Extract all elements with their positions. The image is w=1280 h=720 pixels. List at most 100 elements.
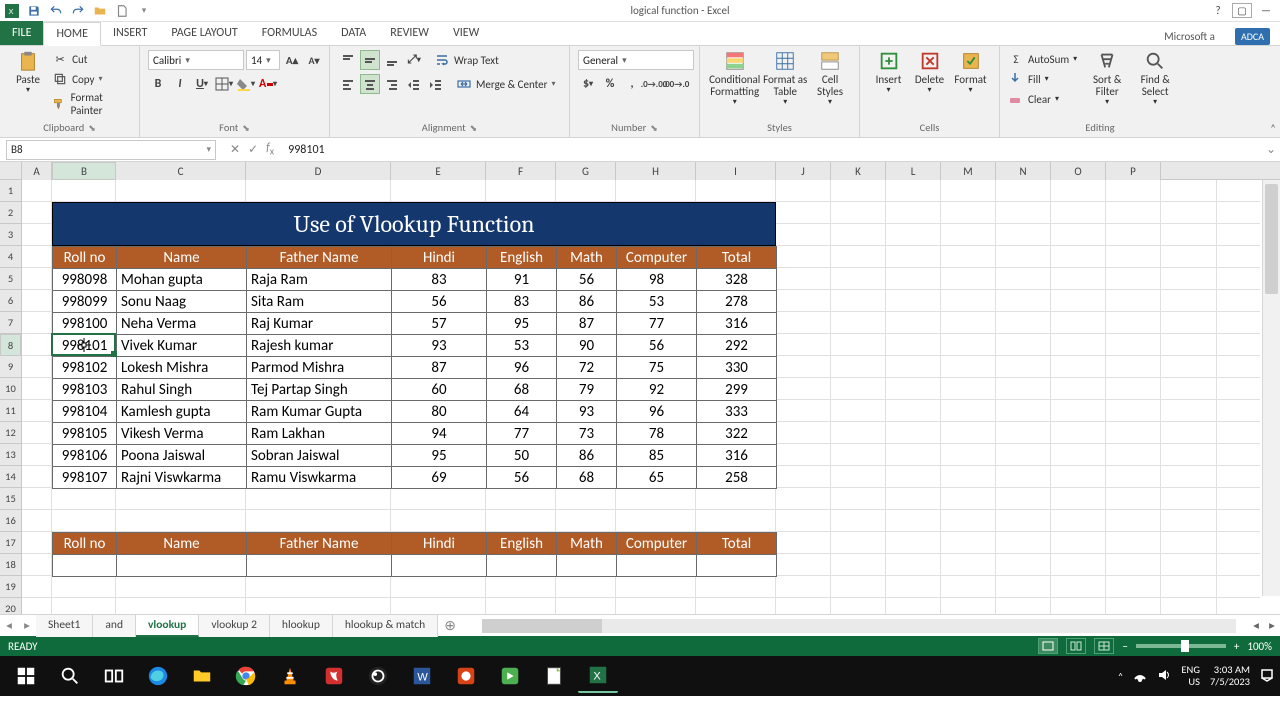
expand-formula-bar-icon[interactable]: ⌄ (1262, 142, 1280, 157)
lookup-cell[interactable] (697, 555, 777, 577)
column-header[interactable]: D (246, 162, 391, 180)
table-cell[interactable]: 87 (392, 357, 487, 379)
table-cell[interactable]: 83 (487, 291, 557, 313)
table-cell[interactable]: 86 (557, 291, 617, 313)
table-cell[interactable]: Vivek Kumar (117, 335, 247, 357)
cancel-formula-icon[interactable]: ✕ (230, 142, 240, 157)
clear-button[interactable]: Clear▾ (1008, 91, 1077, 107)
table-cell[interactable]: 75 (617, 357, 697, 379)
table-cell[interactable]: Lokesh Mishra (117, 357, 247, 379)
table-cell[interactable]: Sobran Jaiswal (247, 445, 392, 467)
table-cell[interactable]: 98 (617, 269, 697, 291)
account-hint[interactable]: Microsoft a (1164, 30, 1215, 43)
enter-formula-icon[interactable]: ✓ (248, 142, 258, 157)
zoom-knob[interactable] (1181, 640, 1189, 652)
table-cell[interactable]: 330 (697, 357, 777, 379)
lookup-cell[interactable] (247, 555, 392, 577)
table-cell[interactable]: 316 (697, 313, 777, 335)
alignment-launcher-icon[interactable]: ⬊ (470, 123, 478, 134)
sheet-tab[interactable]: hlookup (270, 615, 333, 637)
ribbon-tab-home[interactable]: HOME (43, 22, 101, 46)
ribbon-display-icon[interactable]: ▢ (1232, 3, 1252, 18)
table-cell[interactable]: Sonu Naag (117, 291, 247, 313)
table-cell[interactable]: 258 (697, 467, 777, 489)
acrobat-icon[interactable] (314, 659, 354, 693)
word-icon[interactable]: W (402, 659, 442, 693)
format-as-table-button[interactable]: Format as Table▾ (761, 50, 809, 107)
table-header-cell[interactable]: Computer (617, 247, 697, 269)
increase-indent-icon[interactable] (426, 74, 446, 94)
table-cell[interactable]: Parmod Mishra (247, 357, 392, 379)
file-explorer-icon[interactable] (182, 659, 222, 693)
font-color-button[interactable]: A▾ (258, 74, 278, 94)
align-left-icon[interactable] (338, 74, 358, 94)
table-cell[interactable]: 328 (697, 269, 777, 291)
collapse-ribbon-icon[interactable]: ˄ (1270, 122, 1276, 135)
table-cell[interactable]: 322 (697, 423, 777, 445)
formula-input[interactable]: 998101 (282, 143, 1262, 157)
table-cell[interactable]: 316 (697, 445, 777, 467)
fill-color-button[interactable]: ▾ (236, 74, 256, 94)
table-cell[interactable]: 64 (487, 401, 557, 423)
table-cell[interactable]: 95 (487, 313, 557, 335)
orientation-icon[interactable]: ⤢▾ (404, 50, 424, 70)
select-all-corner[interactable] (0, 162, 22, 180)
row-header[interactable]: 11 (0, 400, 21, 422)
network-icon[interactable] (1133, 668, 1147, 685)
column-header[interactable]: J (776, 162, 831, 180)
lookup-cell[interactable] (617, 555, 697, 577)
table-cell[interactable]: 53 (617, 291, 697, 313)
clock[interactable]: 3:03 AM7/5/2023 (1210, 664, 1250, 687)
zoom-out-icon[interactable]: − (1122, 640, 1127, 653)
row-header[interactable]: 8 (0, 334, 21, 356)
column-header[interactable]: N (996, 162, 1051, 180)
sheet-nav-next-icon[interactable]: ▸ (18, 618, 36, 633)
table-cell[interactable]: 60 (392, 379, 487, 401)
table-cell[interactable]: Ramu Viswkarma (247, 467, 392, 489)
table-cell[interactable]: 333 (697, 401, 777, 423)
file-tab[interactable]: FILE (0, 21, 43, 45)
row-header[interactable]: 2 (0, 202, 21, 224)
row-header[interactable]: 6 (0, 290, 21, 312)
table-header-cell[interactable]: Name (117, 247, 247, 269)
obs-icon[interactable] (358, 659, 398, 693)
name-box[interactable]: B8▾ (6, 140, 216, 160)
undo-icon[interactable] (48, 3, 64, 19)
align-middle-icon[interactable] (360, 50, 380, 70)
format-painter-button[interactable]: Format Painter (52, 91, 131, 117)
table-cell[interactable]: Ram Lakhan (247, 423, 392, 445)
table-cell[interactable]: 998099 (53, 291, 117, 313)
row-header[interactable]: 15 (0, 488, 21, 510)
row-header[interactable]: 5 (0, 268, 21, 290)
column-header[interactable]: E (391, 162, 486, 180)
table-cell[interactable]: 80 (392, 401, 487, 423)
vertical-scroll-thumb[interactable] (1265, 184, 1278, 294)
lookup-header-cell[interactable]: Name (117, 533, 247, 555)
table-cell[interactable]: 72 (557, 357, 617, 379)
worksheet-grid[interactable]: ABCDEFGHIJKLMNOP 12345678910111213141516… (0, 162, 1280, 614)
table-cell[interactable]: Raja Ram (247, 269, 392, 291)
table-cell[interactable]: 77 (487, 423, 557, 445)
percent-icon[interactable]: % (600, 74, 620, 94)
lookup-cell[interactable] (117, 555, 247, 577)
ribbon-tab-data[interactable]: DATA (329, 21, 378, 45)
open-folder-icon[interactable] (92, 3, 108, 19)
sort-filter-button[interactable]: Sort & Filter▾ (1083, 50, 1131, 107)
lookup-cell[interactable] (392, 555, 487, 577)
find-select-button[interactable]: Find & Select▾ (1131, 50, 1179, 107)
delete-cells-button[interactable]: Delete▾ (909, 50, 950, 95)
italic-button[interactable]: I (170, 74, 190, 94)
notifications-icon[interactable] (1260, 668, 1274, 685)
font-name-select[interactable]: Calibri▾ (148, 50, 244, 70)
sheet-tab[interactable]: vlookup (136, 615, 199, 637)
column-header[interactable]: A (22, 162, 52, 180)
row-header[interactable]: 20 (0, 598, 21, 614)
increase-font-icon[interactable]: A▴ (282, 50, 302, 70)
lookup-cell[interactable] (487, 555, 557, 577)
table-cell[interactable]: Rahul Singh (117, 379, 247, 401)
teamviewer-icon[interactable] (446, 659, 486, 693)
table-cell[interactable]: Mohan gupta (117, 269, 247, 291)
sheet-tab[interactable]: Sheet1 (36, 615, 93, 637)
row-header[interactable]: 18 (0, 554, 21, 576)
row-header[interactable]: 3 (0, 224, 21, 246)
